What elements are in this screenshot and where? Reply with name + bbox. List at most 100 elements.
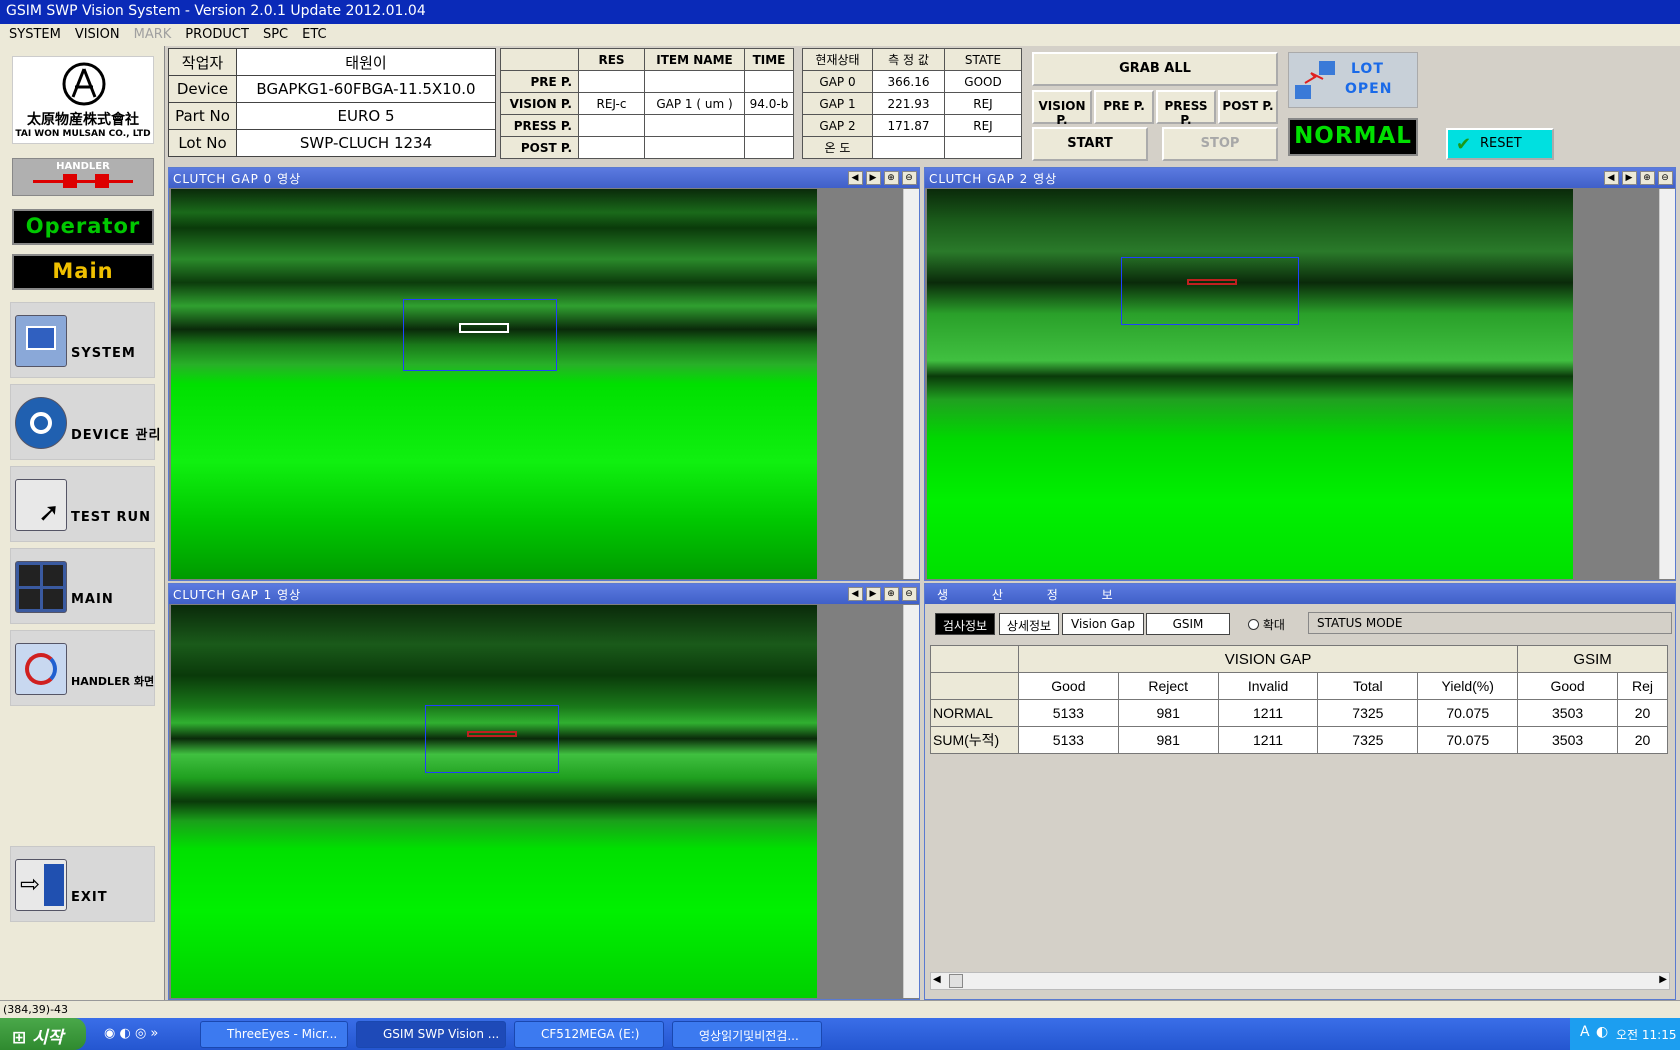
menu-product[interactable]: PRODUCT	[178, 26, 256, 44]
handler-logo-text: HANDLER	[56, 161, 110, 172]
prev-icon[interactable]: ◀	[1604, 171, 1619, 185]
zoom-in-icon[interactable]: ⊕	[1640, 171, 1655, 185]
menu-spc[interactable]: SPC	[256, 26, 295, 44]
next-icon[interactable]: ▶	[866, 171, 881, 185]
task-threeeyes[interactable]: ThreeEyes - Micr...	[200, 1021, 348, 1048]
production-horizontal-scrollbar[interactable]: ◀ ▶	[930, 972, 1670, 990]
stop-button[interactable]: STOP	[1162, 127, 1278, 161]
zoom-in-icon[interactable]: ⊕	[884, 171, 899, 185]
gap0-panel-title: CLUTCH GAP 0 영상 ◀ ▶ ⊕ ⊖	[169, 168, 919, 188]
pre-p-button[interactable]: PRE P.	[1094, 90, 1154, 124]
nav-test-run-button[interactable]: ➚ TEST RUN	[10, 466, 155, 542]
zoom-out-icon[interactable]: ⊖	[902, 587, 917, 601]
next-icon[interactable]: ▶	[866, 587, 881, 601]
company-name-en: TAI WON MULSAN CO., LTD	[15, 129, 151, 139]
language-icon[interactable]: A	[1580, 1024, 1590, 1040]
gap0-vertical-scrollbar[interactable]	[903, 189, 919, 579]
scroll-left-icon[interactable]: ◀	[933, 974, 941, 985]
process-row: PRE P.	[500, 70, 794, 93]
main-mode-indicator[interactable]: Main	[12, 254, 154, 290]
exit-icon: ⇨	[15, 859, 67, 911]
zoom-radio[interactable]: 확대	[1248, 616, 1285, 633]
nav-device-button[interactable]: DEVICE 관리	[10, 384, 160, 460]
gap1-camera-panel: CLUTCH GAP 1 영상 ◀ ▶ ⊕ ⊖	[168, 583, 920, 1000]
gap0-camera-image[interactable]	[171, 189, 817, 579]
stat-cell: 7325	[1317, 726, 1419, 754]
process-item	[644, 70, 745, 93]
refresh-icon	[15, 643, 67, 695]
info-value: EURO 5	[236, 102, 496, 130]
gap-row: GAP 0 366.16 GOOD	[802, 70, 1022, 93]
menu-vision[interactable]: VISION	[68, 26, 127, 44]
gap-measurement-table: 현재상태 측 정 값 STATE GAP 0 366.16 GOOD GAP 1 22…	[802, 48, 1022, 159]
process-row: POST P.	[500, 136, 794, 159]
task-gsim-swp-vision[interactable]: GSIM SWP Vision ...	[356, 1021, 506, 1048]
stat-group-header-row: VISION GAP GSIM	[930, 645, 1668, 673]
reset-button[interactable]: ✔ RESET	[1446, 128, 1554, 160]
stat-column-header-row: Good Reject Invalid Total Yield(%) Good …	[930, 672, 1668, 700]
quick-launch-icons[interactable]: ◉ ◐ ◎ »	[104, 1026, 158, 1041]
operator-mode-indicator[interactable]: Operator	[12, 209, 154, 245]
info-row: Part No EURO 5	[168, 102, 496, 130]
prev-icon[interactable]: ◀	[848, 587, 863, 601]
gap1-vertical-scrollbar[interactable]	[903, 605, 919, 998]
post-p-button[interactable]: POST P.	[1218, 90, 1278, 124]
gap-name: 온 도	[802, 136, 873, 159]
zoom-in-icon[interactable]: ⊕	[884, 587, 899, 601]
gap2-vertical-scrollbar[interactable]	[1659, 189, 1675, 579]
zoom-out-icon[interactable]: ⊖	[1658, 171, 1673, 185]
menu-system[interactable]: SYSTEM	[2, 26, 68, 44]
gap-row: GAP 2 171.87 REJ	[802, 114, 1022, 137]
start-button[interactable]: START	[1032, 127, 1148, 161]
zoom-out-icon[interactable]: ⊖	[902, 171, 917, 185]
roi-box[interactable]	[1121, 257, 1299, 325]
gap-state: GOOD	[944, 70, 1022, 93]
grab-all-button[interactable]: GRAB ALL	[1032, 52, 1278, 86]
ime-icon[interactable]: ◐	[1596, 1024, 1608, 1040]
scroll-right-icon[interactable]: ▶	[1659, 974, 1667, 985]
menu-etc[interactable]: ETC	[295, 26, 333, 44]
next-icon[interactable]: ▶	[1622, 171, 1637, 185]
vision-p-button[interactable]: VISION P.	[1032, 90, 1092, 127]
gap2-camera-image[interactable]	[927, 189, 1573, 579]
prev-icon[interactable]: ◀	[848, 171, 863, 185]
stat-cell: 981	[1117, 699, 1219, 727]
lot-status[interactable]: LOT OPEN	[1288, 52, 1418, 108]
task-cf512mega[interactable]: CF512MEGA (E:)	[514, 1021, 664, 1048]
monitor-gear-icon	[15, 315, 67, 367]
process-header-time: TIME	[744, 48, 794, 71]
measure-marker	[467, 731, 517, 737]
nav-system-button[interactable]: SYSTEM	[10, 302, 155, 378]
roi-box[interactable]	[403, 299, 557, 371]
zoom-radio-label: 확대	[1262, 618, 1285, 632]
cursor-coordinates: (384,39)-43	[3, 1003, 69, 1016]
info-key: Part No	[168, 102, 237, 130]
handler-logo: HANDLER	[12, 158, 154, 196]
tab-vision-gap[interactable]: Vision Gap	[1062, 613, 1144, 635]
exit-button[interactable]: ⇨ EXIT	[10, 846, 155, 922]
process-name: VISION P.	[500, 92, 579, 115]
tab-detail-info[interactable]: 상세정보	[999, 613, 1059, 635]
roi-box[interactable]	[425, 705, 559, 773]
col-header: Total	[1317, 672, 1419, 700]
nav-handler-button[interactable]: HANDLER 화면	[10, 630, 155, 706]
gap1-camera-image[interactable]	[171, 605, 817, 998]
press-p-button[interactable]: PRESS P.	[1156, 90, 1216, 127]
info-row: Device BGAPKG1-60FBGA-11.5X10.0	[168, 75, 496, 103]
gap-header-value: 측 정 값	[872, 48, 945, 71]
cursor-icon: ➚	[15, 479, 67, 531]
gap0-title-text: CLUTCH GAP 0 영상	[173, 172, 302, 186]
col-header: Yield(%)	[1417, 672, 1519, 700]
stat-corner-cell	[930, 672, 1019, 700]
task-image-reader[interactable]: 영상읽기및비전검...	[672, 1021, 822, 1048]
nav-main-button[interactable]: MAIN	[10, 548, 155, 624]
status-bar: (384,39)-43	[0, 1000, 1680, 1018]
row-label: SUM(누적)	[930, 726, 1019, 754]
work-info-table: 작업자 태원이 Device BGAPKG1-60FBGA-11.5X10.0 Pa…	[168, 48, 496, 157]
process-time: 94.0-b	[744, 92, 794, 115]
tab-inspection-info[interactable]: 검사정보	[935, 613, 995, 635]
tab-gsim[interactable]: GSIM	[1146, 613, 1230, 635]
start-button[interactable]: ⊞ 시작	[0, 1018, 86, 1050]
scroll-thumb[interactable]	[949, 974, 963, 988]
gap2-panel-title: CLUTCH GAP 2 영상 ◀ ▶ ⊕ ⊖	[925, 168, 1675, 188]
